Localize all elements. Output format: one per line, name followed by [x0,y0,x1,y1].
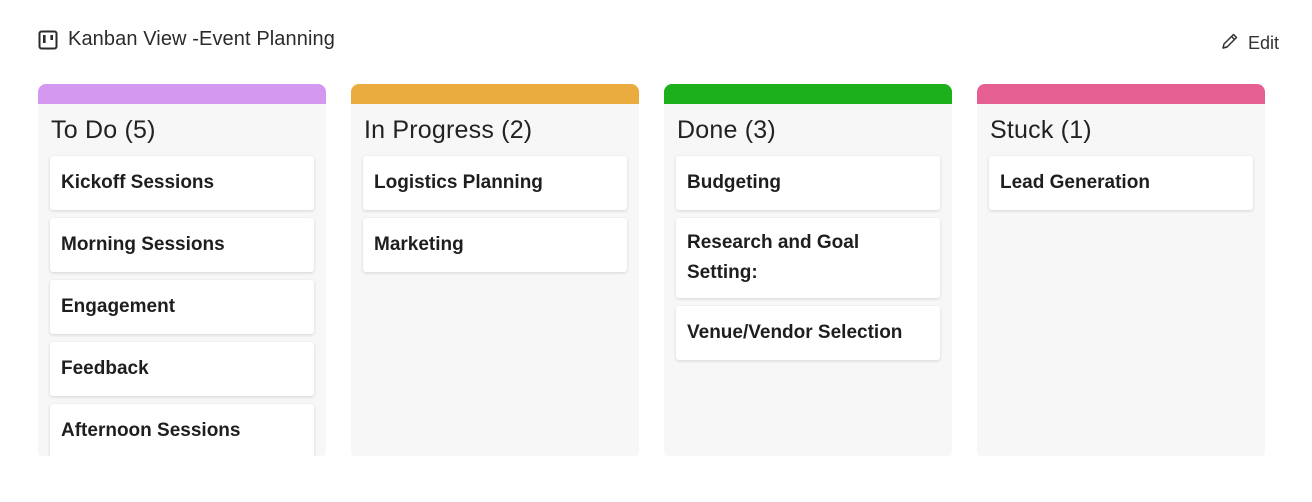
task-card[interactable]: Budgeting [676,156,940,210]
card-title: Research and Goal Setting: [687,232,860,283]
edit-button[interactable]: Edit [1220,31,1279,56]
column-title: Stuck (1) [990,116,1092,144]
edit-label: Edit [1247,33,1279,53]
task-card[interactable]: Kickoff Sessions [50,156,314,210]
column-stuck: Stuck (1) Lead Generation [977,84,1265,456]
task-card[interactable]: Lead Generation [989,156,1253,210]
column-done: Done (3) Budgeting Research and Goal Set… [664,84,952,456]
card-title: Afternoon Sessions [61,420,241,441]
card-list: Budgeting Research and Goal Setting: Ven… [664,156,952,360]
kanban-page: Kanban View -Event Planning Edit To Do (… [0,0,1312,502]
page-header: Kanban View -Event Planning [38,28,335,51]
task-card[interactable]: Research and Goal Setting: [676,218,940,298]
card-list: Logistics Planning Marketing [351,156,639,272]
column-in-progress: In Progress (2) Logistics Planning Marke… [351,84,639,456]
card-title: Budgeting [687,172,781,193]
card-list: Lead Generation [977,156,1265,210]
task-card[interactable]: Afternoon Sessions [50,404,314,456]
task-card[interactable]: Feedback [50,342,314,396]
card-title: Marketing [374,234,464,255]
card-title: Morning Sessions [61,234,225,255]
column-color-bar [351,84,639,104]
task-card[interactable]: Marketing [363,218,627,272]
column-title: To Do (5) [51,116,156,144]
page-title: Kanban View -Event Planning [68,28,335,50]
card-list: Kickoff Sessions Morning Sessions Engage… [38,156,326,456]
card-title: Logistics Planning [374,172,543,193]
column-color-bar [977,84,1265,104]
pencil-icon [1220,31,1240,56]
task-card[interactable]: Venue/Vendor Selection [676,306,940,360]
column-color-bar [38,84,326,104]
column-color-bar [664,84,952,104]
column-title: Done (3) [677,116,776,144]
column-todo: To Do (5) Kickoff Sessions Morning Sessi… [38,84,326,456]
card-title: Lead Generation [1000,172,1150,193]
task-card[interactable]: Logistics Planning [363,156,627,210]
card-title: Feedback [61,358,149,379]
kanban-board: To Do (5) Kickoff Sessions Morning Sessi… [38,84,1265,456]
card-title: Engagement [61,296,176,317]
kanban-board-icon [38,30,58,50]
task-card[interactable]: Morning Sessions [50,218,314,272]
column-title: In Progress (2) [364,116,533,144]
card-title: Venue/Vendor Selection [687,322,903,343]
task-card[interactable]: Engagement [50,280,314,334]
card-title: Kickoff Sessions [61,172,215,193]
